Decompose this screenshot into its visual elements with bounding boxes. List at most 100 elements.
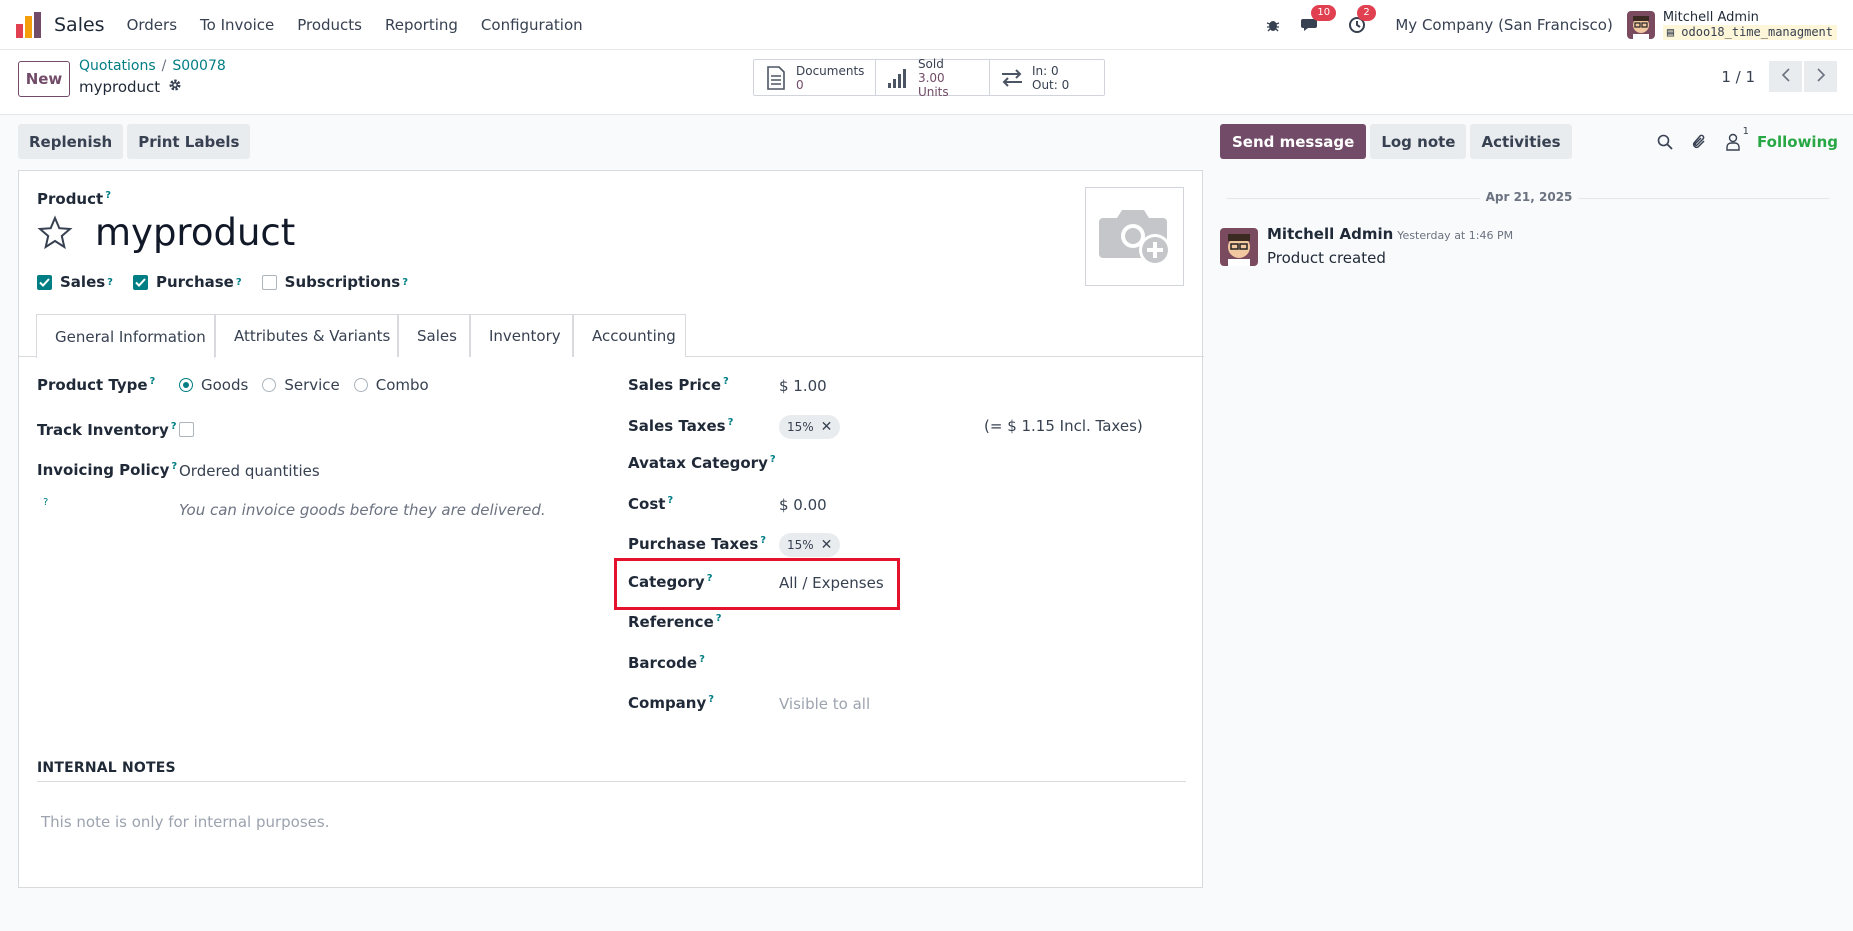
purchase-tax-tag-label: 15%	[787, 538, 814, 552]
messages-icon[interactable]: 10	[1299, 5, 1337, 37]
sold-smart-button[interactable]: Sold 3.00 Units	[876, 56, 990, 99]
purchase-tax-tag[interactable]: 15% ✕	[779, 533, 841, 557]
signal-bars-icon	[886, 66, 910, 90]
document-icon	[764, 65, 788, 90]
track-inventory-checkbox[interactable]	[179, 422, 194, 437]
documents-smart-button[interactable]: Documents 0	[754, 60, 876, 95]
subscriptions-checkbox-item[interactable]: Subscriptions?	[261, 273, 408, 291]
company-switcher[interactable]: My Company (San Francisco)	[1395, 16, 1612, 34]
user-name: Mitchell Admin	[1662, 10, 1759, 25]
sales-checkbox-label: Sales	[60, 273, 106, 291]
star-icon[interactable]	[37, 214, 73, 251]
paperclip-icon[interactable]	[1689, 132, 1709, 152]
print-labels-button[interactable]: Print Labels	[127, 124, 251, 159]
sold-value: 3.00 Units	[917, 70, 949, 99]
breadcrumb-order[interactable]: S00078	[172, 58, 225, 74]
sold-label: Sold	[917, 56, 944, 71]
cost-label: Cost?	[628, 495, 674, 513]
tab-inventory[interactable]: Inventory	[470, 314, 573, 357]
followers-count: 1	[1742, 125, 1750, 137]
message-date: Apr 21, 2025	[1480, 190, 1578, 204]
menu-products[interactable]: Products	[297, 16, 362, 34]
sales-price-label: Sales Price?	[628, 376, 729, 394]
invoicing-policy-select[interactable]: Ordered quantities	[179, 462, 320, 480]
breadcrumb-separator: /	[161, 58, 167, 74]
breadcrumb-quotations[interactable]: Quotations	[79, 58, 156, 74]
track-inventory-label: Track Inventory?	[37, 421, 177, 439]
pager-previous-button[interactable]	[1769, 61, 1802, 92]
user-avatar[interactable]	[1626, 11, 1655, 39]
new-button[interactable]: New	[18, 61, 70, 97]
gear-icon[interactable]	[168, 78, 182, 96]
help-marker: ?	[43, 497, 49, 508]
radio-service[interactable]	[262, 378, 277, 392]
purchase-checkbox-label: Purchase	[155, 273, 234, 291]
bug-icon[interactable]	[1261, 13, 1285, 37]
menu-reporting[interactable]: Reporting	[385, 16, 458, 34]
send-message-button[interactable]: Send message	[1220, 124, 1367, 159]
menu-orders[interactable]: Orders	[127, 16, 177, 34]
form-action-buttons: Replenish Print Labels	[18, 124, 251, 159]
radio-combo[interactable]	[353, 378, 368, 392]
activities-button[interactable]: Activities	[1470, 124, 1572, 159]
log-note-button[interactable]: Log note	[1370, 124, 1467, 159]
notes-divider	[37, 781, 1186, 782]
activities-clock-icon[interactable]: 2	[1345, 5, 1376, 37]
tab-general-information[interactable]: General Information	[36, 314, 215, 358]
pager: 1 / 1	[1721, 61, 1837, 92]
systray: 10 2 My Company (San Francisco) Mitchell…	[1247, 0, 1853, 50]
sales-app-icon[interactable]	[16, 11, 42, 38]
activities-badge: 2	[1357, 5, 1376, 21]
sales-checkbox[interactable]	[37, 274, 52, 290]
remove-tag-icon[interactable]: ✕	[821, 537, 833, 553]
radio-goods-label[interactable]: Goods	[201, 376, 248, 394]
subscriptions-checkbox[interactable]	[261, 274, 277, 290]
in-out-smart-button[interactable]: In: 0 Out: 0	[990, 60, 1104, 95]
radio-service-label[interactable]: Service	[284, 376, 339, 394]
sales-price-input[interactable]: $ 1.00	[779, 377, 827, 395]
company-label: Company?	[628, 694, 715, 712]
breadcrumb: Quotations / S00078	[79, 58, 226, 74]
tab-accounting[interactable]: Accounting	[573, 314, 686, 357]
tab-attributes-variants[interactable]: Attributes & Variants	[215, 314, 398, 357]
followers-icon[interactable]: 1	[1723, 126, 1749, 152]
search-icon[interactable]	[1655, 132, 1675, 152]
product-label: Product?	[37, 190, 111, 208]
message-author-avatar[interactable]	[1220, 228, 1258, 266]
highlight-box	[614, 558, 900, 610]
company-select[interactable]: Visible to all	[779, 695, 870, 713]
tab-sales[interactable]: Sales	[398, 314, 470, 357]
pager-next-button[interactable]	[1804, 61, 1837, 92]
cost-input[interactable]: $ 0.00	[779, 496, 827, 514]
exchange-arrows-icon	[1000, 66, 1024, 90]
product-name-input[interactable]: myproduct	[95, 211, 295, 254]
form-tabs: General Information Attributes & Variant…	[19, 314, 1204, 358]
replenish-button[interactable]: Replenish	[18, 124, 124, 159]
product-title-row: myproduct	[37, 211, 295, 254]
internal-notes-input[interactable]: This note is only for internal purposes.	[41, 813, 329, 831]
product-image-upload[interactable]	[1085, 187, 1184, 286]
record-name: myproduct	[79, 78, 161, 96]
radio-goods[interactable]	[179, 378, 193, 392]
sales-taxes-label: Sales Taxes?	[628, 417, 734, 435]
product-type-radio-group: Goods Service Combo	[179, 376, 443, 394]
message-author: Mitchell Admin Yesterday at 1:46 PM	[1267, 225, 1514, 243]
following-button[interactable]: Following	[1757, 133, 1838, 151]
documents-count: 0	[796, 77, 804, 92]
invoicing-policy-label: Invoicing Policy?	[37, 461, 178, 479]
menu-configuration[interactable]: Configuration	[481, 16, 583, 34]
remove-tag-icon[interactable]: ✕	[821, 419, 833, 435]
radio-combo-label[interactable]: Combo	[376, 376, 429, 394]
reference-label: Reference?	[628, 613, 722, 631]
messages-badge: 10	[1311, 5, 1337, 21]
purchase-checkbox-item[interactable]: Purchase?	[132, 273, 242, 291]
sales-tax-tag[interactable]: 15% ✕	[779, 415, 841, 439]
user-menu[interactable]: Mitchell Admin ▤ odoo18_time_managment	[1662, 10, 1837, 40]
top-navbar: Sales Orders To Invoice Products Reporti…	[0, 0, 1853, 50]
pager-count[interactable]: 1 / 1	[1721, 68, 1755, 86]
menu-to-invoice[interactable]: To Invoice	[200, 16, 274, 34]
message-time: Yesterday at 1:46 PM	[1397, 229, 1514, 242]
app-name[interactable]: Sales	[54, 14, 105, 36]
purchase-checkbox[interactable]	[132, 274, 148, 290]
sales-checkbox-item[interactable]: Sales?	[37, 273, 113, 291]
